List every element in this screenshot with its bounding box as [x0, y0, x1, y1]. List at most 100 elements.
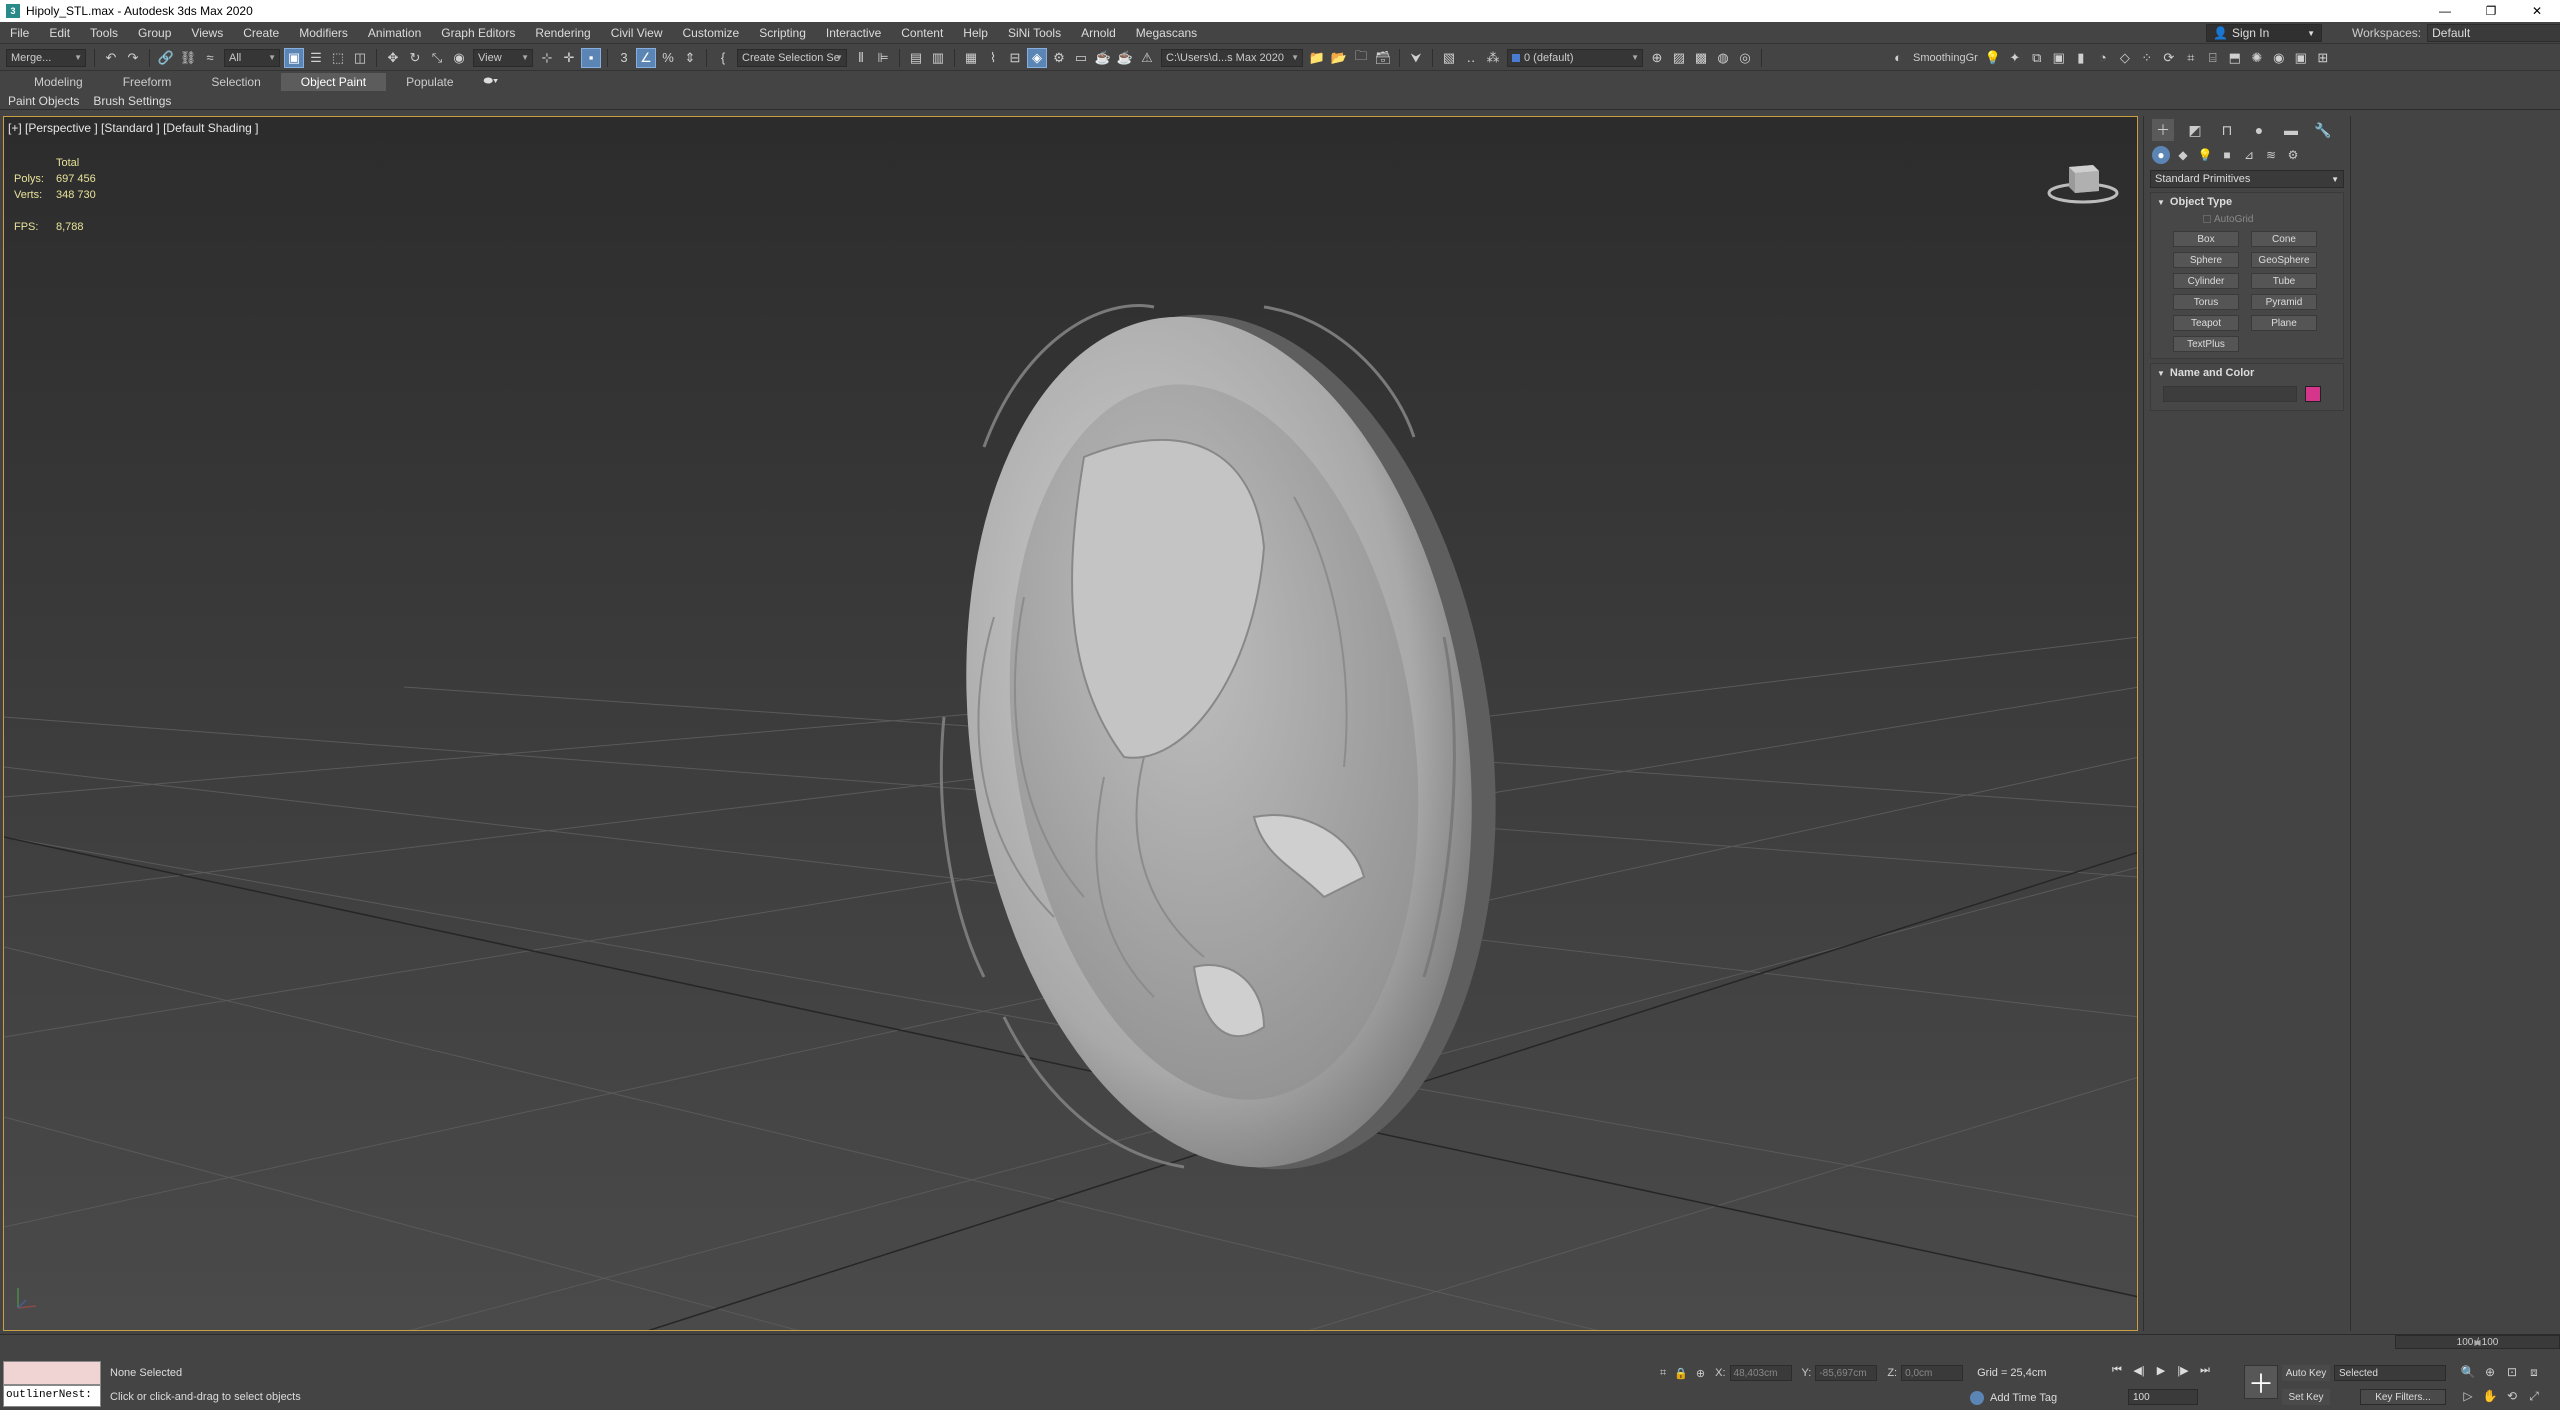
zoom-extents-icon[interactable]: ⊡ [2502, 1363, 2522, 1381]
rendered-frame-icon[interactable]: ▭ [1071, 48, 1091, 68]
mirror-icon[interactable]: ⫴ [851, 48, 871, 68]
ref-coord-dropdown[interactable]: View ▼ [473, 48, 533, 67]
frame-icon[interactable]: ⌸ [2203, 48, 2223, 68]
paint-objects-panel[interactable]: Paint Objects [8, 94, 79, 108]
ribbon-toggle-icon[interactable]: ▦ [961, 48, 981, 68]
create-layer-icon[interactable]: ⊕ [1647, 48, 1667, 68]
link-icon[interactable]: 🔗 [156, 48, 176, 68]
menu-views[interactable]: Views [181, 22, 233, 44]
layer-extra-icon[interactable]: ◎ [1735, 48, 1755, 68]
z-field[interactable]: 0,0cm [1901, 1365, 1964, 1381]
layer-explorer-icon[interactable]: ▤ [906, 48, 926, 68]
merge-dropdown[interactable]: Merge... ▼ [6, 48, 86, 67]
render-setup-icon[interactable]: ⚙ [1049, 48, 1069, 68]
tube-button[interactable]: Tube [2251, 273, 2317, 289]
motion-tab-icon[interactable]: ● [2248, 119, 2270, 141]
menu-sini-tools[interactable]: SiNi Tools [998, 22, 1071, 44]
menu-megascans[interactable]: Megascans [1126, 22, 1207, 44]
camera-icon[interactable]: ◔ [2093, 48, 2113, 68]
layer-dropdown[interactable]: 0 (default) ▼ [1507, 48, 1643, 67]
select-manipulate-icon[interactable]: ✛ [559, 48, 579, 68]
percent-snap-icon[interactable]: % [658, 48, 678, 68]
helper-icon[interactable]: ✦ [2005, 48, 2025, 68]
eye-icon[interactable]: ◉ [2269, 48, 2289, 68]
menu-animation[interactable]: Animation [358, 22, 431, 44]
shapes-icon[interactable]: ◆ [2174, 146, 2192, 164]
object-name-field[interactable] [2163, 386, 2297, 402]
lights-icon[interactable]: 💡 [2196, 146, 2214, 164]
next-frame-icon[interactable]: |▶ [2172, 1361, 2194, 1379]
name-color-header[interactable]: ▼ Name and Color [2151, 364, 2343, 382]
save-folder-icon[interactable]: 🗀 [1351, 48, 1371, 68]
menu-customize[interactable]: Customize [673, 22, 750, 44]
menu-scripting[interactable]: Scripting [749, 22, 816, 44]
auto-key-button[interactable]: Auto Key [2282, 1365, 2330, 1381]
set-key-plus-icon[interactable]: ＋ [2244, 1365, 2278, 1399]
redo-icon[interactable]: ↷ [123, 48, 143, 68]
layer-hide-icon[interactable]: ‥ [1461, 48, 1481, 68]
space-warps-icon[interactable]: ≋ [2262, 146, 2280, 164]
angle-snap-icon[interactable]: ∠ [636, 47, 656, 68]
render-icon[interactable]: ☕ [1093, 48, 1113, 68]
material-editor-icon[interactable]: ◈ [1027, 47, 1047, 68]
tab-selection[interactable]: Selection [191, 73, 280, 91]
x-field[interactable]: 48,403cm [1729, 1365, 1792, 1381]
viewport-icon[interactable]: ⬒ [2225, 48, 2245, 68]
particle-icon[interactable]: ⁘ [2137, 48, 2157, 68]
object-type-header[interactable]: ▼ Object Type [2151, 193, 2343, 211]
undo-icon[interactable]: ↶ [101, 48, 121, 68]
geometry-icon[interactable]: ● [2152, 146, 2170, 164]
light-icon[interactable]: 💡 [1983, 48, 2003, 68]
more-tools-icon[interactable]: ⊞ [2313, 48, 2333, 68]
layer-freeze-icon[interactable]: ⁂ [1483, 48, 1503, 68]
smoothing-group-icon[interactable]: ◐ [1888, 48, 1908, 68]
project-folder-icon[interactable]: 📁 [1307, 48, 1327, 68]
lock-icon[interactable]: 🔒 [1674, 1367, 1688, 1380]
window-crossing-icon[interactable]: ◫ [350, 48, 370, 68]
unlink-icon[interactable]: ⛓ [178, 48, 198, 68]
named-selection-dropdown[interactable]: Create Selection Se ▼ [737, 48, 847, 67]
zoom-extents-all-icon[interactable]: ⧈ [2524, 1363, 2544, 1381]
archive-icon[interactable]: 🗃 [1373, 48, 1393, 68]
menu-create[interactable]: Create [233, 22, 289, 44]
perspective-viewport[interactable]: [+] [Perspective ] [Standard ] [Default … [3, 116, 2138, 1331]
display-tab-icon[interactable]: ▬ [2280, 119, 2302, 141]
tab-modeling[interactable]: Modeling [14, 73, 103, 91]
layer-manager-icon[interactable]: ▧ [1439, 48, 1459, 68]
spinner-snap-icon[interactable]: ⇕ [680, 48, 700, 68]
field-of-view-icon[interactable]: ▷ [2458, 1387, 2478, 1405]
pivot-center-icon[interactable]: ⊹ [537, 48, 557, 68]
go-to-end-icon[interactable]: ⏭ [2194, 1361, 2216, 1379]
keyboard-shortcut-toggle-icon[interactable]: ▪ [581, 47, 601, 68]
create-tab-icon[interactable]: ＋ [2152, 119, 2174, 141]
utilities-tab-icon[interactable]: 🔧 [2312, 119, 2334, 141]
cone-button[interactable]: Cone [2251, 231, 2317, 247]
workspaces-dropdown[interactable]: Default [2427, 24, 2560, 42]
play-icon[interactable]: ▶ [2150, 1361, 2172, 1379]
geosphere-button[interactable]: GeoSphere [2251, 252, 2317, 268]
menu-group[interactable]: Group [128, 22, 181, 44]
minimize-button[interactable]: — [2422, 0, 2468, 22]
menu-graph-editors[interactable]: Graph Editors [431, 22, 525, 44]
systems-icon[interactable]: ⚙ [2284, 146, 2302, 164]
scene-explorer-icon[interactable]: ▥ [928, 48, 948, 68]
close-button[interactable]: ✕ [2514, 0, 2560, 22]
go-to-start-icon[interactable]: ⏮ [2106, 1361, 2128, 1379]
current-frame-field[interactable]: 100 [2128, 1389, 2198, 1405]
cameras-icon[interactable]: ■ [2218, 146, 2236, 164]
tab-object-paint[interactable]: Object Paint [280, 72, 387, 91]
teapot-button[interactable]: Teapot [2173, 315, 2239, 331]
snap-toggle-icon[interactable]: 3 [614, 48, 634, 68]
curve-editor-icon[interactable]: ⌇ [983, 48, 1003, 68]
absolute-mode-icon[interactable]: ⊕ [1696, 1367, 1705, 1380]
sign-in-dropdown[interactable]: 👤 Sign In ▼ [2206, 24, 2322, 42]
torus-button[interactable]: Torus [2173, 294, 2239, 310]
shape-icon[interactable]: ◇ [2115, 48, 2135, 68]
box-button[interactable]: Box [2173, 231, 2239, 247]
menu-file[interactable]: File [0, 22, 39, 44]
menu-help[interactable]: Help [953, 22, 998, 44]
brush-settings-panel[interactable]: Brush Settings [93, 94, 171, 108]
rect-selection-icon[interactable]: ⬚ [328, 48, 348, 68]
set-key-button[interactable]: Set Key [2282, 1389, 2330, 1405]
utility-icon[interactable]: ▮ [2071, 48, 2091, 68]
